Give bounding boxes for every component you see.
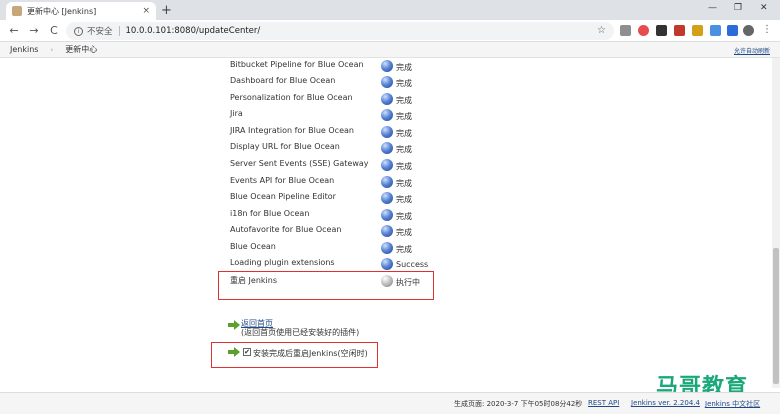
status-ball-icon — [381, 126, 393, 138]
extension-icon[interactable] — [620, 25, 631, 36]
plugin-name: Server Sent Events (SSE) Gateway — [230, 159, 369, 168]
plugin-status: 完成 — [396, 79, 412, 88]
plugin-status: 完成 — [396, 112, 412, 121]
plugin-name: Blue Ocean Pipeline Editor — [230, 192, 336, 201]
translate-icon[interactable] — [727, 25, 738, 36]
plugin-status: 完成 — [396, 179, 412, 188]
plugin-status: 完成 — [396, 195, 412, 204]
menu-icon[interactable]: ⋮ — [762, 25, 773, 36]
plugin-name: Personalization for Blue Ocean — [230, 93, 353, 102]
plugin-name: Display URL for Blue Ocean — [230, 142, 340, 151]
plugin-name: Loading plugin extensions — [230, 258, 335, 267]
tab-close-icon[interactable]: × — [142, 6, 150, 16]
reload-button[interactable]: C — [44, 24, 64, 37]
plugin-name: Blue Ocean — [230, 242, 276, 251]
plugin-name: Bitbucket Pipeline for Blue Ocean — [230, 60, 364, 69]
plugin-status: 完成 — [396, 145, 412, 154]
plugin-name: Jira — [230, 109, 243, 118]
new-tab-button[interactable]: + — [161, 3, 172, 18]
breadcrumb-jenkins[interactable]: Jenkins — [10, 45, 38, 54]
status-ball-icon — [381, 76, 393, 88]
plugin-name: JIRA Integration for Blue Ocean — [230, 126, 354, 135]
status-ball-icon — [381, 159, 393, 171]
plugin-status: 完成 — [396, 212, 412, 221]
status-ball-icon — [381, 109, 393, 121]
security-label: 不安全 — [87, 27, 113, 37]
back-button[interactable]: ← — [4, 24, 24, 37]
extension-icon[interactable] — [710, 25, 721, 36]
extension-icon[interactable] — [692, 25, 703, 36]
plugin-status: 完成 — [396, 245, 412, 254]
breadcrumb-update-center[interactable]: 更新中心 — [65, 44, 97, 55]
status-ball-icon — [381, 242, 393, 254]
generated-timestamp: 生成页面: 2020-3-7 下午05时08分42秒 — [454, 400, 583, 408]
jenkins-version-link[interactable]: Jenkins ver. 2.204.4 — [631, 399, 700, 407]
tab-strip: 更新中心 [Jenkins] × + — ❐ ✕ — [0, 0, 780, 20]
forward-button[interactable]: → — [24, 24, 44, 37]
status-ball-icon — [381, 93, 393, 105]
status-ball-icon — [381, 225, 393, 237]
browser-tab[interactable]: 更新中心 [Jenkins] × — [6, 2, 156, 20]
info-icon[interactable]: i — [74, 26, 83, 36]
auto-refresh-link[interactable]: 允许自动刷新 — [734, 46, 770, 55]
green-arrow-icon — [228, 347, 240, 357]
breadcrumb-separator: › — [50, 45, 54, 54]
bookmark-star-icon[interactable]: ☆ — [597, 25, 606, 36]
profile-avatar-icon[interactable] — [743, 25, 754, 36]
scrollbar-thumb[interactable] — [773, 248, 779, 384]
extension-icon[interactable] — [638, 25, 649, 36]
extension-icon[interactable] — [656, 25, 667, 36]
jenkins-favicon-icon — [12, 6, 22, 16]
back-to-home-description: (返回首页使用已经安装好的插件) — [241, 328, 360, 337]
jenkins-community-link[interactable]: Jenkins 中文社区 — [705, 399, 760, 409]
divider — [118, 26, 120, 36]
restart-after-install-label[interactable]: 安装完成后重启Jenkins(空闲时) — [253, 348, 368, 359]
plugin-name: Autofavorite for Blue Ocean — [230, 225, 342, 234]
plugin-status: 完成 — [396, 96, 412, 105]
breadcrumb: Jenkins › 更新中心 允许自动刷新 — [0, 42, 780, 58]
plugin-status: 完成 — [396, 228, 412, 237]
status-ball-icon — [381, 142, 393, 154]
plugin-status: 完成 — [396, 162, 412, 171]
maximize-button[interactable]: ❐ — [734, 3, 742, 13]
plugin-status: 完成 — [396, 129, 412, 138]
address-bar[interactable]: i 不安全 10.0.0.101:8080/updateCenter/ ☆ — [66, 22, 614, 40]
green-arrow-icon — [228, 320, 240, 330]
plugin-status: Success — [396, 260, 429, 269]
status-ball-icon — [381, 209, 393, 221]
scrollbar[interactable] — [772, 58, 780, 388]
plugin-name: i18n for Blue Ocean — [230, 209, 310, 218]
rest-api-link[interactable]: REST API — [588, 399, 619, 407]
status-ball-icon — [381, 60, 393, 72]
plugin-name: Events API for Blue Ocean — [230, 176, 335, 185]
tab-title: 更新中心 [Jenkins] — [27, 6, 97, 16]
minimize-button[interactable]: — — [708, 3, 717, 13]
status-ball-icon — [381, 258, 393, 270]
restart-highlight-box — [218, 271, 434, 300]
restart-after-install-checkbox[interactable]: ✔ — [243, 348, 251, 356]
url-text[interactable]: 10.0.0.101:8080/updateCenter/ — [126, 26, 261, 36]
close-window-button[interactable]: ✕ — [760, 3, 768, 13]
status-ball-icon — [381, 176, 393, 188]
page-footer: 生成页面: 2020-3-7 下午05时08分42秒 REST API Jenk… — [0, 392, 780, 414]
plugin-name: Dashboard for Blue Ocean — [230, 76, 336, 85]
status-ball-icon — [381, 192, 393, 204]
plugin-status: 完成 — [396, 63, 412, 72]
pdf-extension-icon[interactable] — [674, 25, 685, 36]
